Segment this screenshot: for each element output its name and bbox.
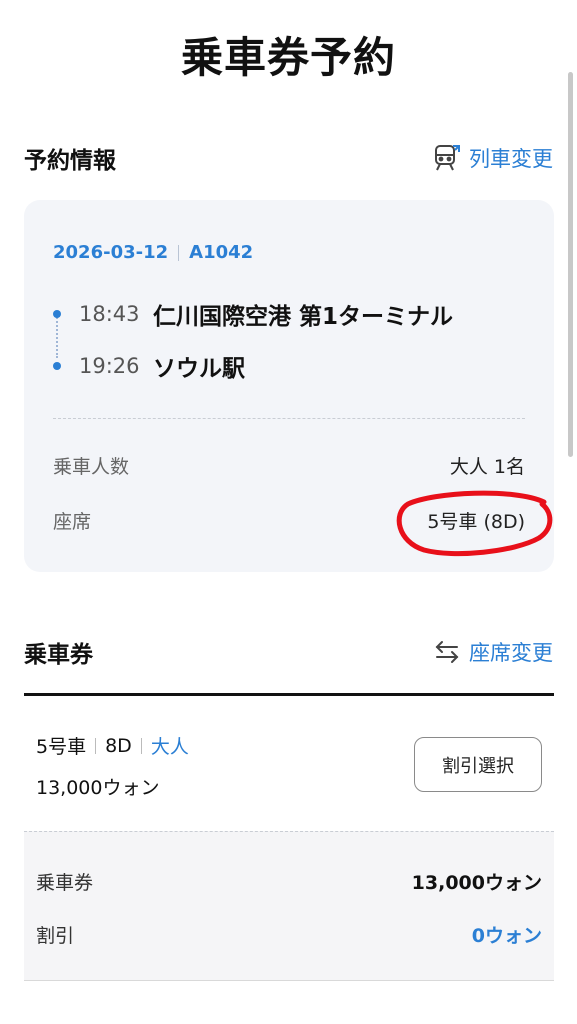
reservation-section-header: 予約情報 列車変更 [24, 138, 553, 178]
train-icon [431, 142, 463, 174]
passenger-type: 大人 [150, 736, 189, 758]
departure-station: 仁川国際空港 第1ターミナル [153, 304, 454, 330]
fare-row: 乗車券 13,000ウォン [36, 868, 542, 895]
route-stops: 18:43 仁川国際空港 第1ターミナル 19:26 ソウル駅 [53, 288, 533, 392]
arrival-dot [53, 362, 61, 370]
ticket-section-header: 乗車券 座席変更 [24, 632, 553, 672]
discount-label: 割引 [36, 925, 75, 947]
departure-dot [53, 310, 61, 318]
seat-highlight-annotation [396, 490, 553, 557]
section-divider [24, 693, 554, 696]
change-seat-label: 座席変更 [469, 641, 553, 665]
train-meta: 2026-03-12 A1042 [53, 242, 253, 263]
scrollbar[interactable] [568, 72, 573, 457]
passengers-row: 乗車人数 大人 1名 [53, 452, 525, 479]
departure-stop: 18:43 仁川国際空港 第1ターミナル [53, 288, 533, 340]
page-title: 乗車券予約 [180, 33, 396, 82]
arrival-time: 19:26 [79, 354, 140, 378]
detail-divider [95, 737, 97, 754]
swap-arrows-icon [431, 636, 463, 668]
train-number: A1042 [189, 242, 254, 263]
fare-label: 乗車券 [36, 872, 94, 894]
reservation-section-title: 予約情報 [24, 148, 116, 174]
discount-value: 0ウォン [471, 925, 542, 947]
departure-time: 18:43 [79, 302, 140, 326]
change-train-label: 列車変更 [469, 147, 553, 171]
arrival-station: ソウル駅 [153, 356, 245, 382]
discount-select-button[interactable]: 割引選択 [414, 737, 542, 792]
seat-label: 座席 [53, 511, 92, 533]
ticket-section-title: 乗車券 [24, 642, 93, 668]
ticket-price: 13,000ウォン [36, 777, 160, 799]
meta-divider [178, 244, 180, 261]
ticket-reservation-page: 乗車券予約 予約情報 列車変更 2026-03-12 A1042 18:43 仁… [0, 0, 577, 1024]
reservation-card: 2026-03-12 A1042 18:43 仁川国際空港 第1ターミナル 19… [24, 200, 554, 572]
discount-row: 割引 0ウォン [36, 921, 542, 948]
fare-summary: 乗車券 13,000ウォン 割引 0ウォン [24, 831, 554, 981]
card-divider [53, 418, 525, 419]
arrival-stop: 19:26 ソウル駅 [53, 340, 533, 392]
change-train-button[interactable]: 列車変更 [431, 142, 553, 174]
detail-divider [140, 737, 142, 754]
ticket-seat: 8D [105, 734, 132, 757]
passengers-value: 大人 1名 [449, 456, 525, 478]
ticket-car: 5号車 [36, 736, 87, 758]
fare-value: 13,000ウォン [411, 872, 542, 894]
passengers-label: 乗車人数 [53, 456, 130, 478]
change-seat-button[interactable]: 座席変更 [431, 636, 553, 668]
travel-date: 2026-03-12 [53, 242, 169, 263]
ticket-details: 5号車 8D 大人 [36, 732, 189, 759]
